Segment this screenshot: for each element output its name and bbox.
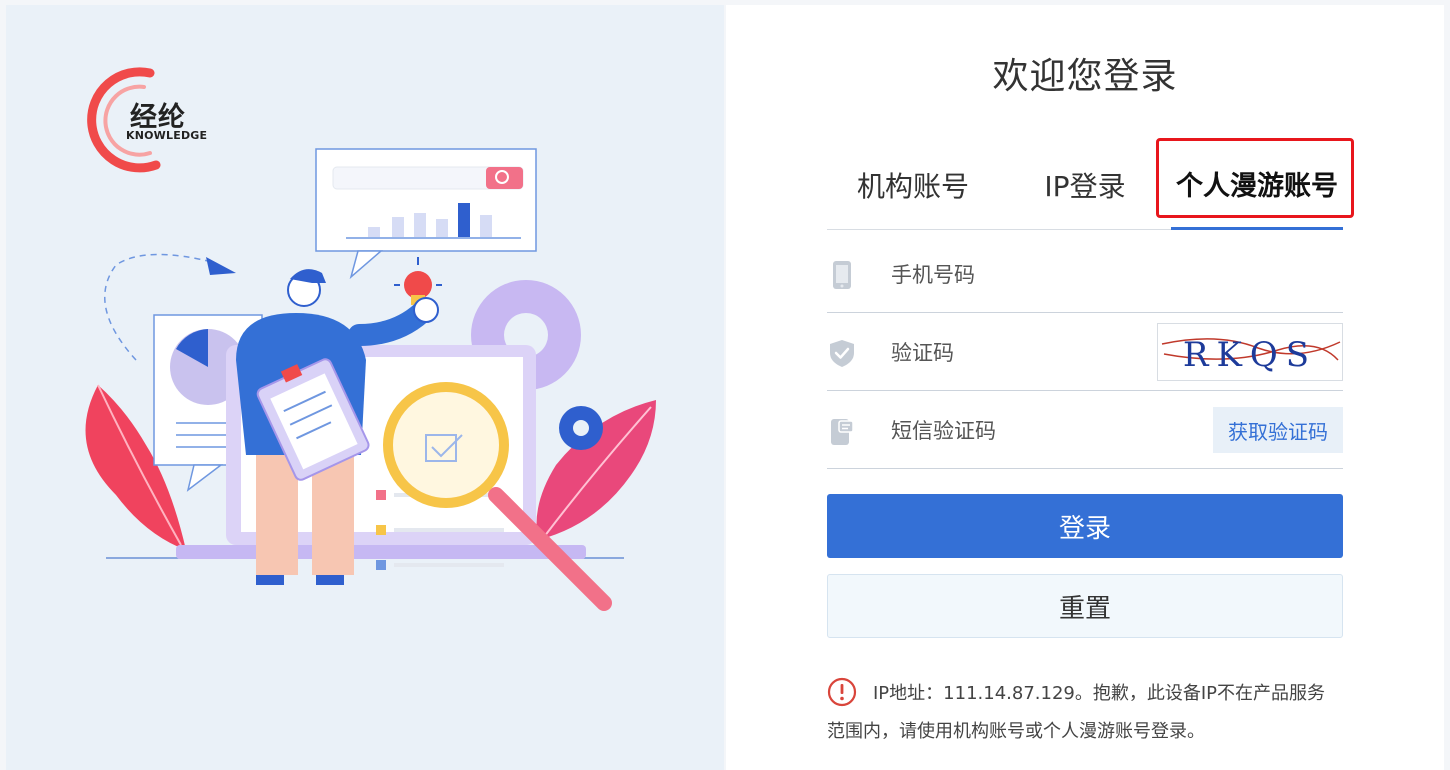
captcha-input[interactable] <box>889 331 1173 375</box>
login-title: 欢迎您登录 <box>992 56 1178 97</box>
get-sms-code-button[interactable]: 获取验证码 <box>1213 407 1343 453</box>
notice-text-line2: 范围内，请使用机构账号或个人漫游账号登录。 <box>827 721 1205 742</box>
tab-ip-login[interactable]: IP登录 <box>999 145 1171 229</box>
phone-input[interactable] <box>889 253 1173 297</box>
login-tabs: 机构账号 IP登录 个人漫游账号 <box>827 145 1343 233</box>
sms-code-input[interactable] <box>889 409 1173 453</box>
mobile-phone-icon <box>833 261 851 289</box>
sms-phone-icon <box>831 419 854 445</box>
captcha-graphic: RKQS <box>1161 335 1341 375</box>
notice-text-line1: IP地址：111.14.87.129。抱歉，此设备IP不在产品服务 <box>873 683 1326 704</box>
login-panel: 欢迎您登录 机构账号 IP登录 个人漫游账号 RKQS <box>726 5 1444 770</box>
captcha-image[interactable]: RKQS <box>1157 323 1343 381</box>
sms-code-field-row: 获取验证码 <box>827 391 1343 469</box>
shield-check-icon <box>830 340 854 367</box>
exclamation-circle-icon <box>827 677 857 707</box>
tab-personal-roaming-account[interactable]: 个人漫游账号 <box>1171 145 1343 229</box>
captcha-text: RKQS <box>1183 335 1317 375</box>
login-illustration <box>85 148 656 611</box>
active-tab-indicator <box>1171 227 1343 230</box>
login-button[interactable]: 登录 <box>827 494 1343 558</box>
captcha-field-row: RKQS <box>827 313 1343 391</box>
reset-button[interactable]: 重置 <box>827 574 1343 638</box>
left-illustration-panel: 经纶 KNOWLEDGE <box>6 5 724 770</box>
phone-field-row <box>827 235 1343 313</box>
logo-text-en: KNOWLEDGE <box>126 129 208 142</box>
tab-institution-account[interactable]: 机构账号 <box>827 145 999 229</box>
